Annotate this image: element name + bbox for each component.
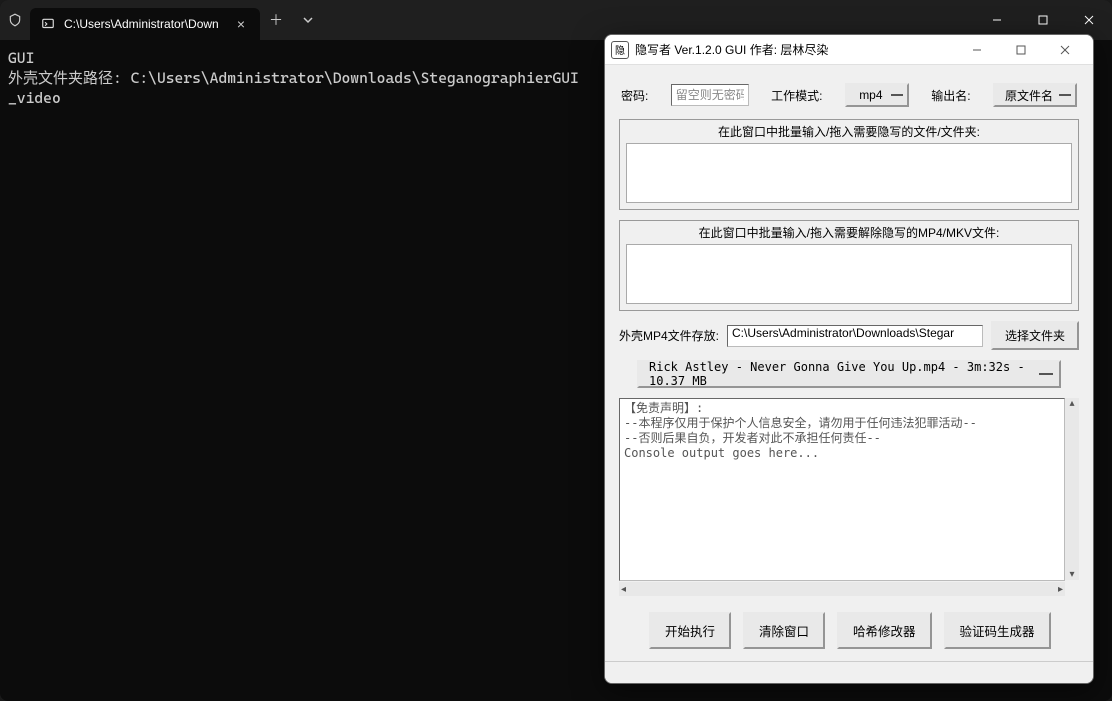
scroll-right-icon[interactable]: ▸ xyxy=(1058,584,1063,595)
cover-file-value: Rick Astley - Never Gonna Give You Up.mp… xyxy=(649,360,1031,388)
console-area: 【免责声明】: --本程序仅用于保护个人信息安全，请勿用于任何违法犯罪活动-- … xyxy=(619,398,1065,596)
output-name-value: 原文件名 xyxy=(1005,87,1053,104)
terminal-icon xyxy=(40,16,56,32)
chevron-down-icon xyxy=(1039,373,1053,375)
clear-button[interactable]: 清除窗口 xyxy=(743,612,825,649)
minimize-button[interactable] xyxy=(955,36,999,64)
scroll-left-icon[interactable]: ◂ xyxy=(621,584,626,595)
horizontal-scrollbar[interactable]: ◂ ▸ xyxy=(619,582,1065,596)
output-name-label: 输出名: xyxy=(931,87,970,104)
hash-modifier-button[interactable]: 哈希修改器 xyxy=(837,612,932,649)
chevron-down-icon xyxy=(891,94,903,96)
maximize-button[interactable] xyxy=(999,36,1043,64)
output-name-select[interactable]: 原文件名 xyxy=(993,83,1077,107)
mode-select[interactable]: mp4 xyxy=(845,83,909,107)
terminal-tab[interactable]: C:\Users\Administrator\Down × xyxy=(30,8,260,40)
password-input[interactable] xyxy=(671,84,749,106)
scroll-up-icon[interactable]: ▴ xyxy=(1065,398,1079,409)
chevron-down-icon xyxy=(1059,94,1071,96)
close-icon[interactable]: × xyxy=(232,16,250,32)
mode-label: 工作模式: xyxy=(771,87,822,104)
steganographier-window: 隐 隐写者 Ver.1.2.0 GUI 作者: 层林尽染 密码: 工作模式: m… xyxy=(604,34,1094,684)
vertical-scrollbar[interactable]: ▴ ▾ xyxy=(1065,398,1079,580)
start-button[interactable]: 开始执行 xyxy=(649,612,731,649)
window-title: 隐写者 Ver.1.2.0 GUI 作者: 层林尽染 xyxy=(635,41,955,58)
shell-path-input[interactable]: C:\Users\Administrator\Downloads\Stegar xyxy=(727,325,983,347)
mode-value: mp4 xyxy=(859,88,882,102)
shell-path-label: 外壳MP4文件存放: xyxy=(619,327,719,344)
hide-files-dropzone[interactable] xyxy=(626,143,1072,203)
hide-files-group: 在此窗口中批量输入/拖入需要隐写的文件/文件夹: xyxy=(619,119,1079,210)
terminal-tab-title: C:\Users\Administrator\Down xyxy=(64,17,224,31)
shield-icon xyxy=(0,0,30,40)
password-label: 密码: xyxy=(621,87,648,104)
action-buttons: 开始执行 清除窗口 哈希修改器 验证码生成器 xyxy=(619,606,1079,651)
captcha-generator-button[interactable]: 验证码生成器 xyxy=(944,612,1051,649)
gui-window-controls xyxy=(955,36,1087,64)
app-icon: 隐 xyxy=(611,41,629,59)
reveal-files-dropzone[interactable] xyxy=(626,244,1072,304)
browse-folder-button[interactable]: 选择文件夹 xyxy=(991,321,1079,350)
gui-content: 密码: 工作模式: mp4 输出名: 原文件名 在此窗口中批量输入/拖入需要隐写… xyxy=(605,65,1093,661)
reveal-files-group: 在此窗口中批量输入/拖入需要解除隐写的MP4/MKV文件: xyxy=(619,220,1079,311)
reveal-files-label: 在此窗口中批量输入/拖入需要解除隐写的MP4/MKV文件: xyxy=(620,221,1078,244)
gui-titlebar: 隐 隐写者 Ver.1.2.0 GUI 作者: 层林尽染 xyxy=(605,35,1093,65)
console-output[interactable]: 【免责声明】: --本程序仅用于保护个人信息安全，请勿用于任何违法犯罪活动-- … xyxy=(619,398,1065,581)
tab-menu-button[interactable] xyxy=(292,0,324,40)
status-bar xyxy=(605,661,1093,683)
hide-files-label: 在此窗口中批量输入/拖入需要隐写的文件/文件夹: xyxy=(620,120,1078,143)
cover-file-select[interactable]: Rick Astley - Never Gonna Give You Up.mp… xyxy=(637,360,1061,388)
close-button[interactable] xyxy=(1043,36,1087,64)
new-tab-button[interactable]: ＋ xyxy=(260,0,292,40)
scroll-down-icon[interactable]: ▾ xyxy=(1065,569,1079,580)
